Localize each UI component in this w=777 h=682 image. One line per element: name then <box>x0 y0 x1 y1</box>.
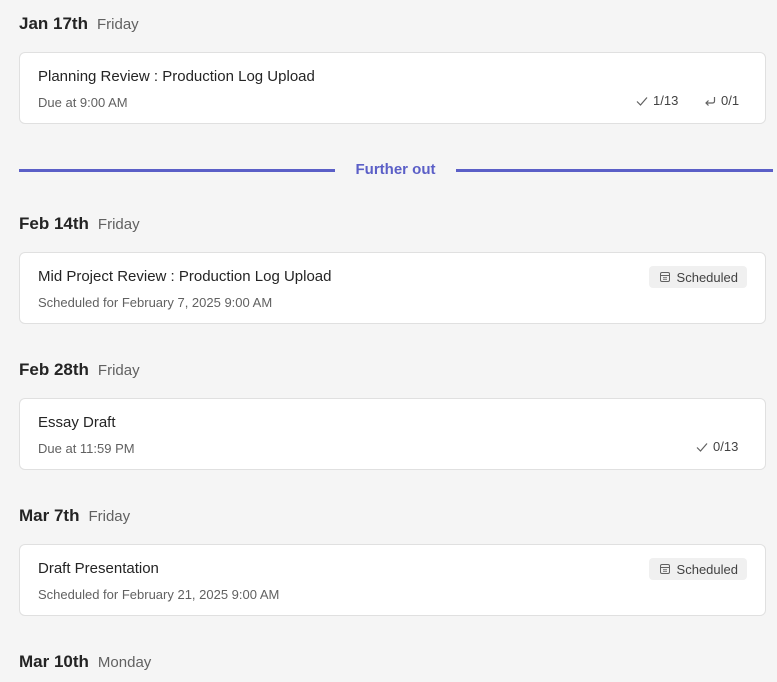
returned-count: 0/1 <box>703 93 739 108</box>
weekday-label: Friday <box>97 362 140 379</box>
date-label: Mar 7th <box>19 506 80 525</box>
date-header-feb-14: Feb 14th Friday <box>19 214 140 234</box>
assignment-scheduled: Scheduled for February 7, 2025 9:00 AM <box>38 295 273 310</box>
assignments-page: Jan 17th Friday Planning Review : Produc… <box>0 0 777 682</box>
date-header-feb-28: Feb 28th Friday <box>19 360 140 380</box>
divider-label: Further out <box>355 161 436 178</box>
checkmark-icon <box>636 96 648 106</box>
date-label: Mar 10th <box>19 652 89 671</box>
date-label: Feb 14th <box>19 214 89 233</box>
weekday-label: Friday <box>96 16 139 33</box>
turned-in-count: 1/13 <box>635 93 678 108</box>
date-header-mar-7: Mar 7th Friday <box>19 506 130 526</box>
assignment-card-mid-project-review[interactable]: Mid Project Review : Production Log Uplo… <box>19 252 766 324</box>
checkmark-icon <box>696 442 708 452</box>
assignment-title: Draft Presentation <box>38 560 159 577</box>
calendar-icon <box>659 272 670 282</box>
assignment-due: Due at 11:59 PM <box>38 441 135 456</box>
assignment-title: Mid Project Review : Production Log Uplo… <box>38 268 332 285</box>
assignment-title: Essay Draft <box>38 414 116 431</box>
calendar-icon <box>659 564 670 574</box>
turned-in-value: 1/13 <box>653 93 679 108</box>
date-label: Jan 17th <box>19 14 88 33</box>
date-header-jan-17: Jan 17th Friday <box>19 14 139 34</box>
return-arrow-icon <box>705 96 716 106</box>
assignment-card-draft-presentation[interactable]: Draft Presentation Scheduled for Februar… <box>19 544 766 616</box>
weekday-label: Monday <box>97 654 152 671</box>
weekday-label: Friday <box>97 216 140 233</box>
date-label: Feb 28th <box>19 360 89 379</box>
turned-in-count: 0/13 <box>695 439 738 454</box>
assignment-scheduled: Scheduled for February 21, 2025 9:00 AM <box>38 587 280 602</box>
returned-value: 0/1 <box>721 93 740 108</box>
weekday-label: Friday <box>88 508 131 525</box>
badge-label: Scheduled <box>676 561 738 577</box>
scheduled-badge: Scheduled <box>648 558 747 580</box>
scheduled-badge: Scheduled <box>648 266 747 288</box>
further-out-divider: Further out <box>19 160 773 180</box>
assignment-card-essay-draft[interactable]: Essay Draft Due at 11:59 PM 0/13 <box>19 398 766 470</box>
turned-in-value: 0/13 <box>713 439 739 454</box>
divider-line-right <box>456 169 773 172</box>
divider-line-left <box>19 169 335 172</box>
assignment-due: Due at 9:00 AM <box>38 95 128 110</box>
badge-label: Scheduled <box>676 269 738 285</box>
assignment-card-planning-review[interactable]: Planning Review : Production Log Upload … <box>19 52 766 124</box>
assignment-title: Planning Review : Production Log Upload <box>38 68 315 85</box>
date-header-mar-10: Mar 10th Monday <box>19 652 151 672</box>
